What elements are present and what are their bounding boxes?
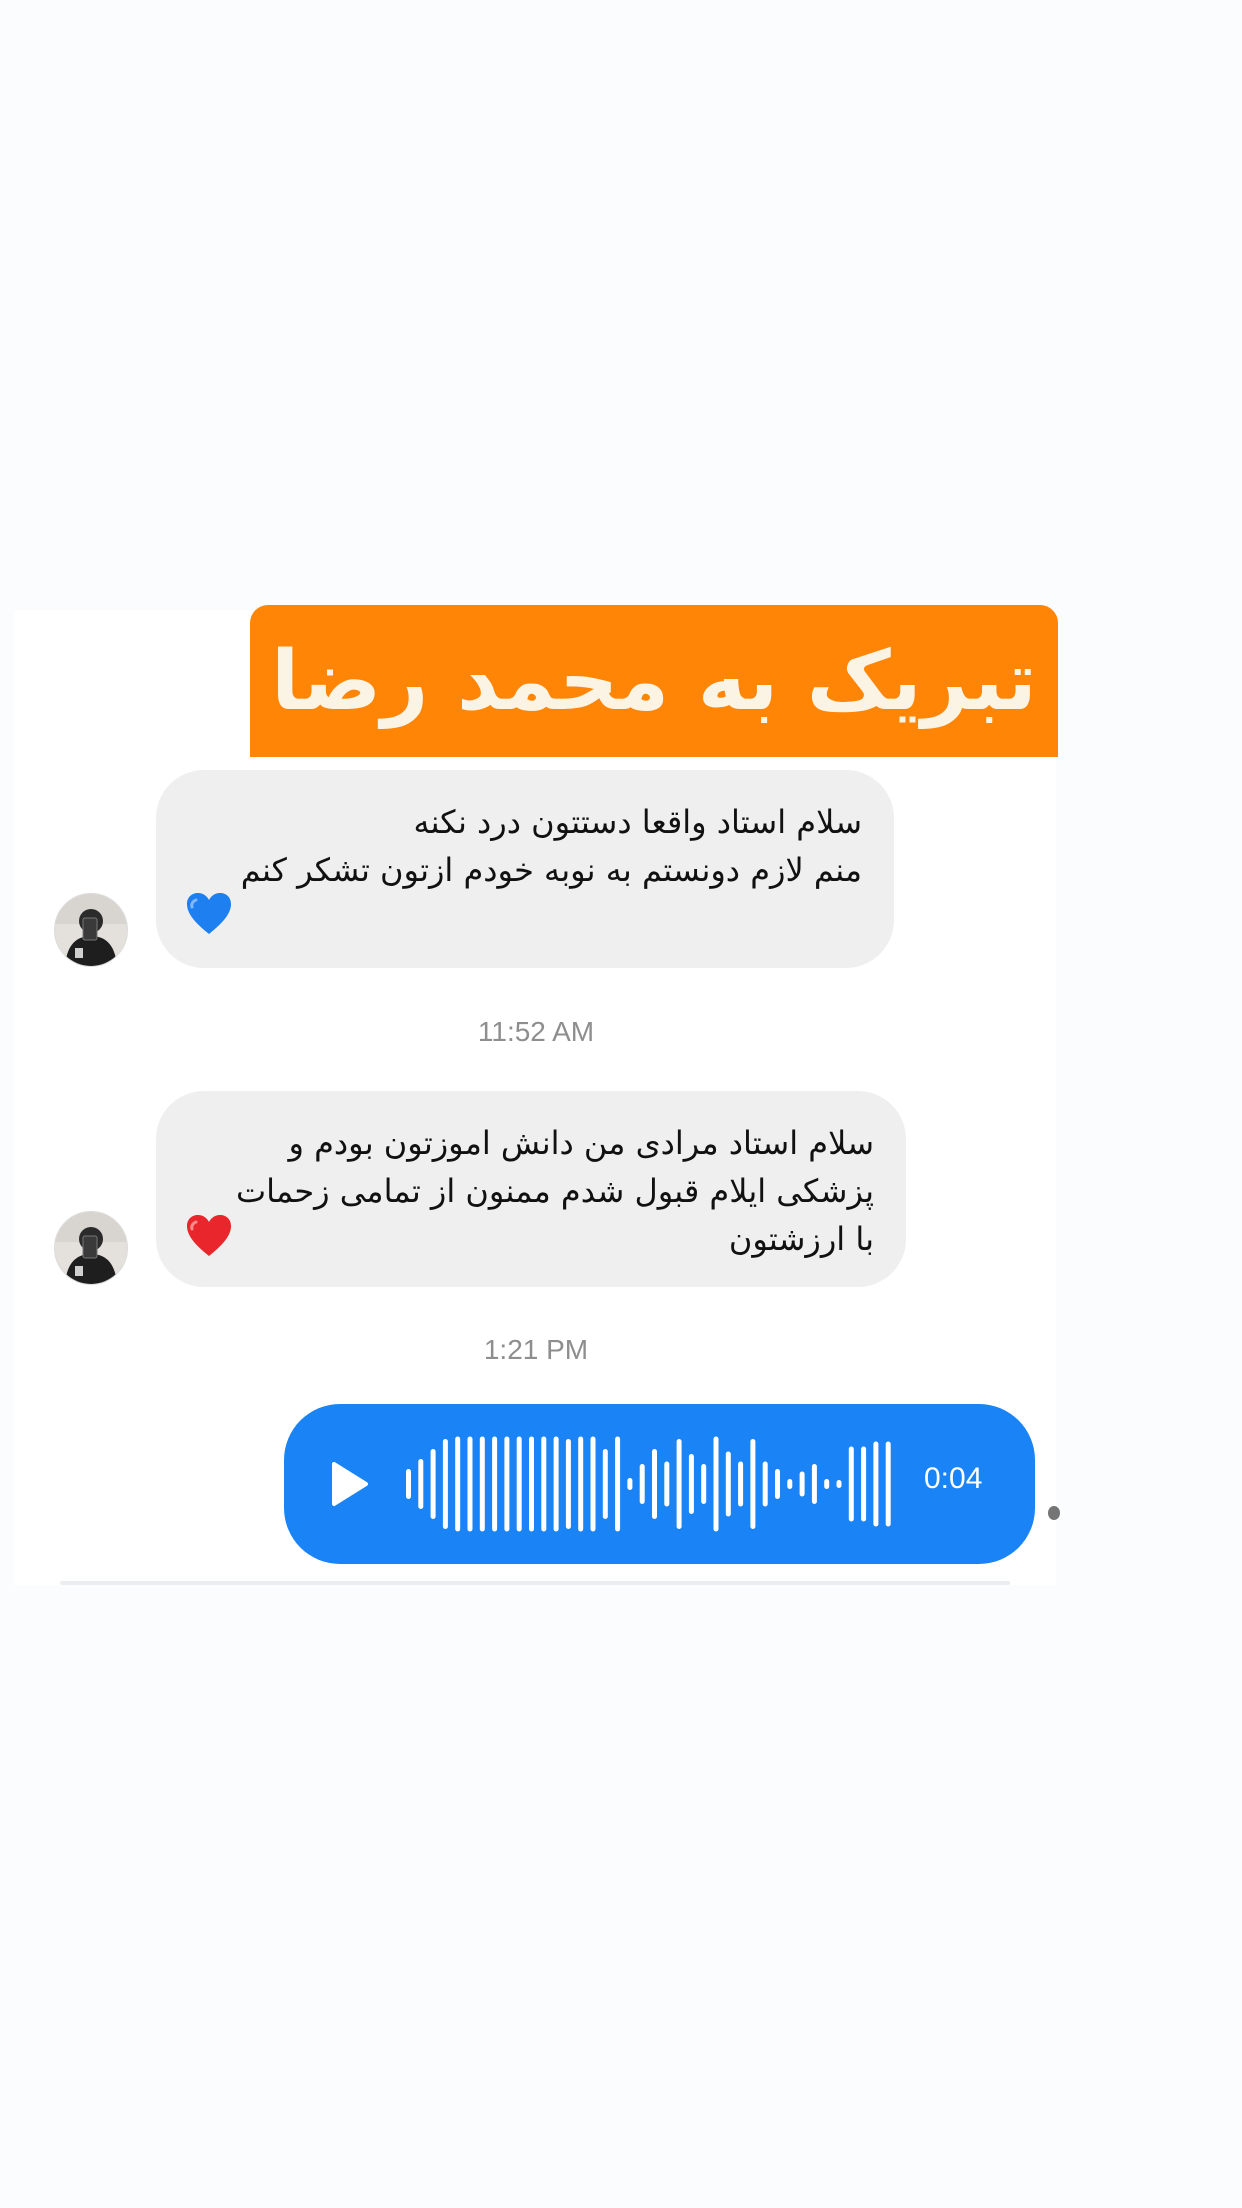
title-text: تبریک به محمد رضا xyxy=(271,633,1037,729)
waveform-bar xyxy=(565,1439,571,1529)
waveform-bar xyxy=(590,1436,596,1532)
waveform-bar xyxy=(541,1436,547,1532)
waveform-bar xyxy=(848,1446,854,1522)
waveform-bar xyxy=(442,1439,448,1529)
message-bubble-1[interactable]: سلام استاد واقعا دستتون درد نکنه منم لاز… xyxy=(156,770,894,968)
message-text: سلام استاد مرادی من دانش اموزتون بودم و … xyxy=(235,1124,874,1258)
message-text: سلام استاد واقعا دستتون درد نکنه منم لاز… xyxy=(240,803,862,889)
waveform-bar xyxy=(824,1479,830,1489)
waveform-bar xyxy=(652,1449,657,1519)
waveform-bar xyxy=(836,1480,842,1488)
contact-avatar[interactable] xyxy=(54,1211,128,1285)
blue-heart-icon xyxy=(186,892,232,940)
play-icon[interactable] xyxy=(324,1460,372,1508)
waveform-bar xyxy=(639,1464,645,1504)
waveform-bar xyxy=(504,1436,510,1532)
waveform-bar xyxy=(578,1436,584,1532)
waveform-bar xyxy=(811,1464,817,1504)
waveform-bar xyxy=(406,1469,411,1499)
waveform-bar xyxy=(725,1451,731,1517)
voice-duration: 0:04 xyxy=(924,1462,983,1495)
waveform-bar xyxy=(602,1449,608,1519)
waveform[interactable] xyxy=(404,1404,904,1564)
waveform-bar xyxy=(492,1436,498,1532)
chat-divider xyxy=(60,1581,1010,1585)
waveform-bar xyxy=(701,1464,707,1504)
waveform-bar xyxy=(553,1436,559,1532)
waveform-bar xyxy=(775,1469,780,1499)
waveform-bar xyxy=(455,1436,461,1532)
waveform-bar xyxy=(418,1459,424,1509)
title-banner: تبریک به محمد رضا xyxy=(250,605,1058,757)
waveform-bar xyxy=(762,1461,768,1507)
waveform-bar xyxy=(664,1461,670,1507)
timestamp: 11:52 AM xyxy=(477,1016,595,1047)
red-heart-icon xyxy=(186,1214,232,1262)
waveform-bar xyxy=(885,1441,891,1527)
contact-avatar[interactable] xyxy=(54,893,128,967)
waveform-bar xyxy=(688,1454,694,1514)
waveform-bar xyxy=(467,1436,473,1532)
waveform-bar xyxy=(738,1461,744,1507)
timestamp: 1:21 PM xyxy=(483,1334,589,1365)
seen-indicator xyxy=(1048,1506,1060,1520)
waveform-bar xyxy=(713,1436,719,1532)
waveform-bar xyxy=(430,1449,436,1519)
waveform-bar xyxy=(861,1446,867,1522)
waveform-bar xyxy=(479,1436,485,1532)
waveform-bar xyxy=(873,1441,879,1527)
message-bubble-2[interactable]: سلام استاد مرادی من دانش اموزتون بودم و … xyxy=(156,1091,906,1287)
waveform-bar xyxy=(750,1439,756,1529)
waveform-bar xyxy=(615,1436,621,1532)
waveform-bar xyxy=(529,1436,534,1532)
voice-message-bubble[interactable]: 0:04 xyxy=(284,1404,1035,1564)
waveform-bar xyxy=(787,1479,793,1489)
waveform-bar xyxy=(516,1436,522,1532)
waveform-bar xyxy=(799,1471,805,1497)
waveform-bar xyxy=(676,1439,682,1529)
waveform-bar xyxy=(627,1478,633,1490)
